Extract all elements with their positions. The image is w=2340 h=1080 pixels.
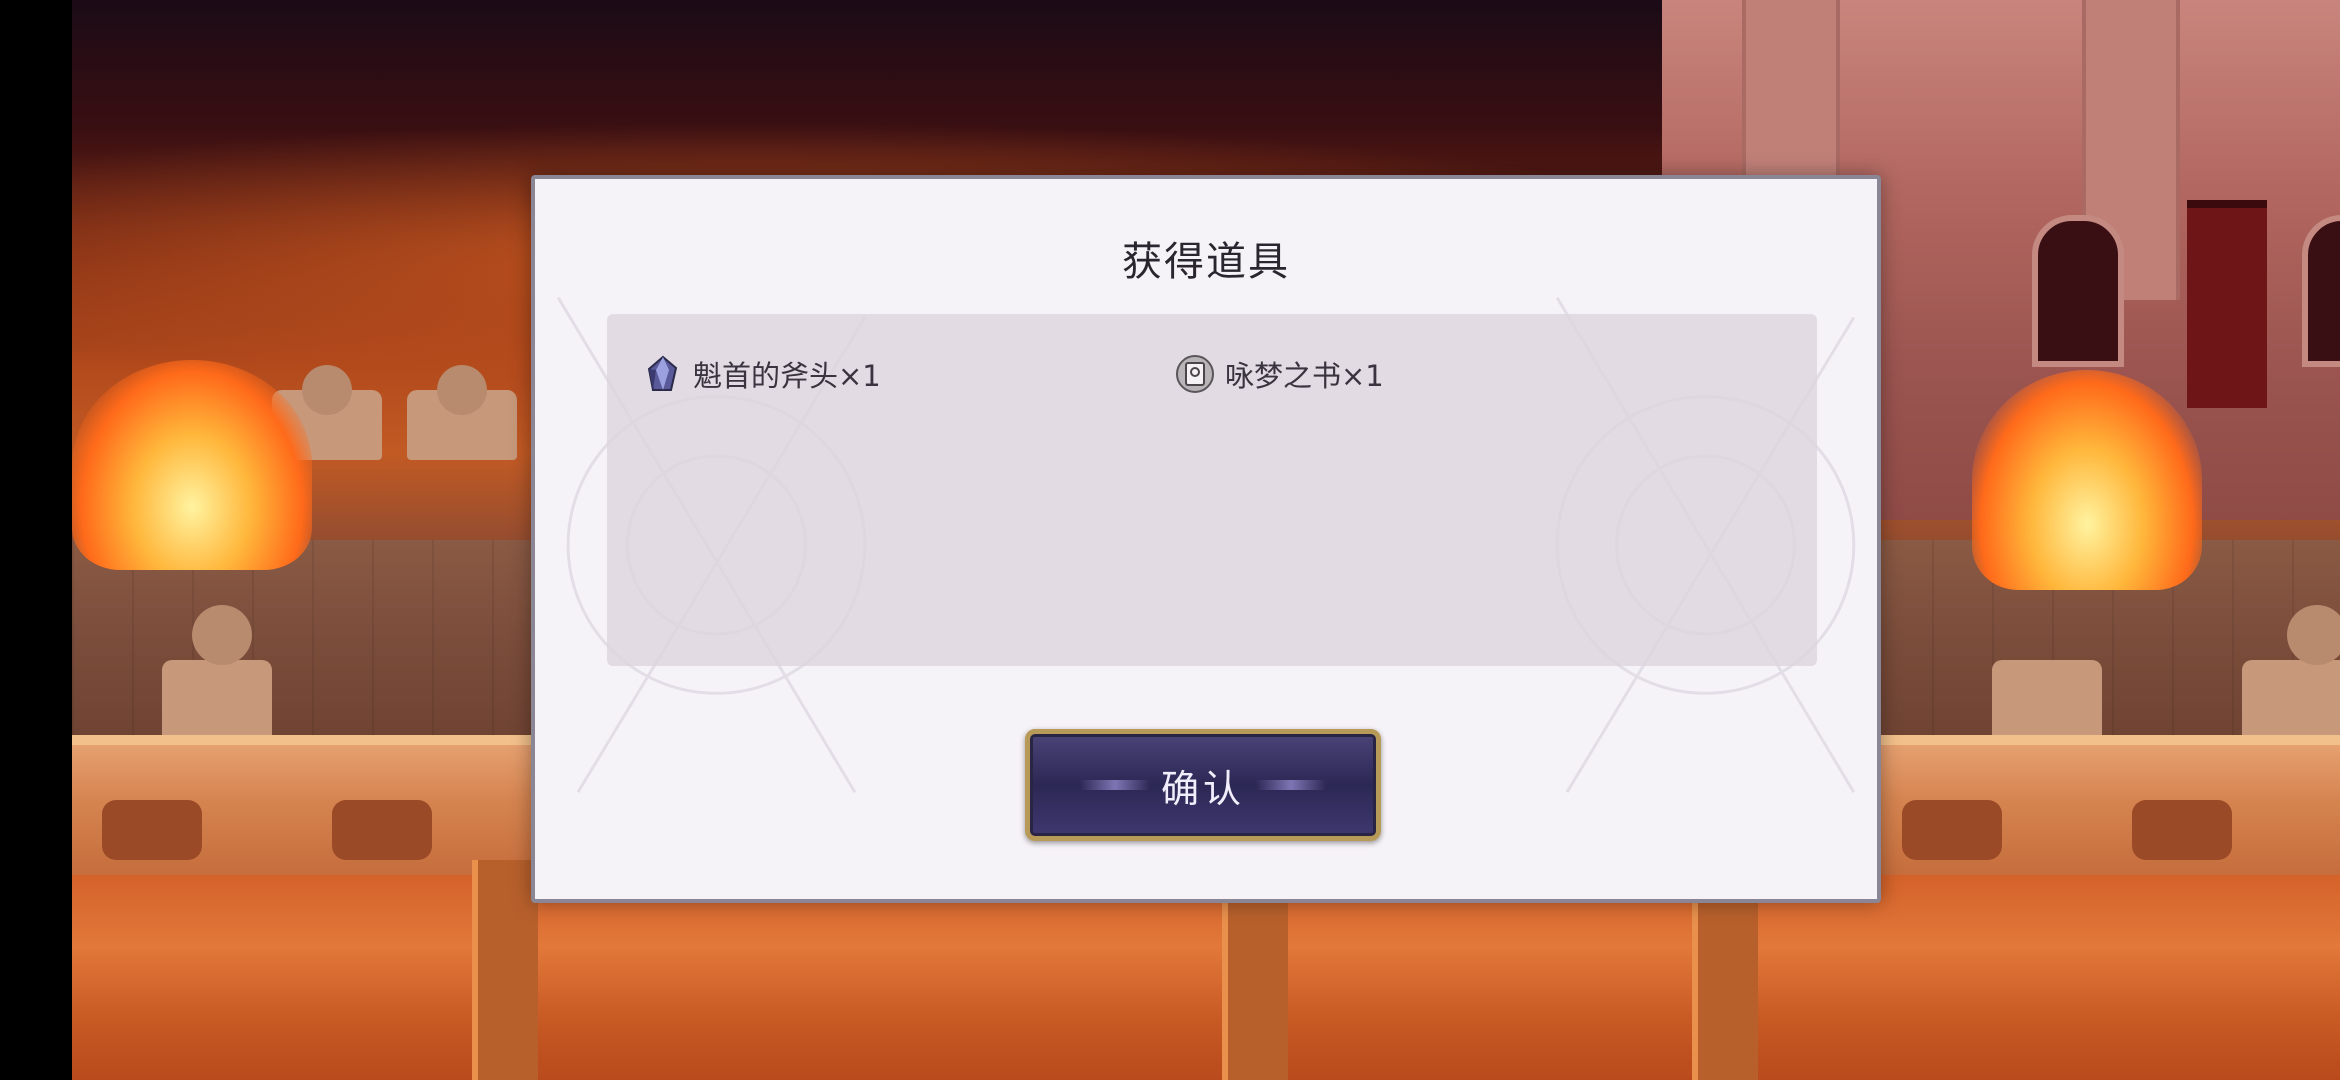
lower-wall (72, 875, 2340, 1080)
reward-item: 魁首的斧头×1 (643, 352, 881, 396)
castle-banner (2187, 200, 2267, 408)
crystal-icon (647, 355, 678, 391)
reward-item: 咏梦之书×1 (1175, 352, 1384, 396)
fire (1972, 370, 2202, 590)
item-obtained-dialog: 获得道具 魁首的斧头×1 咏梦之书×1 确认 (531, 175, 1881, 903)
reward-item-label: 咏梦之书×1 (1225, 359, 1384, 393)
dialog-title: 获得道具 (1122, 239, 1290, 285)
screen-edge-bar (0, 0, 72, 1080)
fire (72, 360, 312, 570)
reward-items-panel: 魁首的斧头×1 咏梦之书×1 (607, 314, 1817, 666)
castle-window (2302, 215, 2340, 367)
confirm-button-label: 确认 (1160, 766, 1245, 811)
reward-item-label: 魁首的斧头×1 (693, 359, 881, 393)
book-icon (1176, 355, 1214, 393)
castle-window (2032, 215, 2124, 367)
confirm-button[interactable]: 确认 (1025, 729, 1381, 841)
